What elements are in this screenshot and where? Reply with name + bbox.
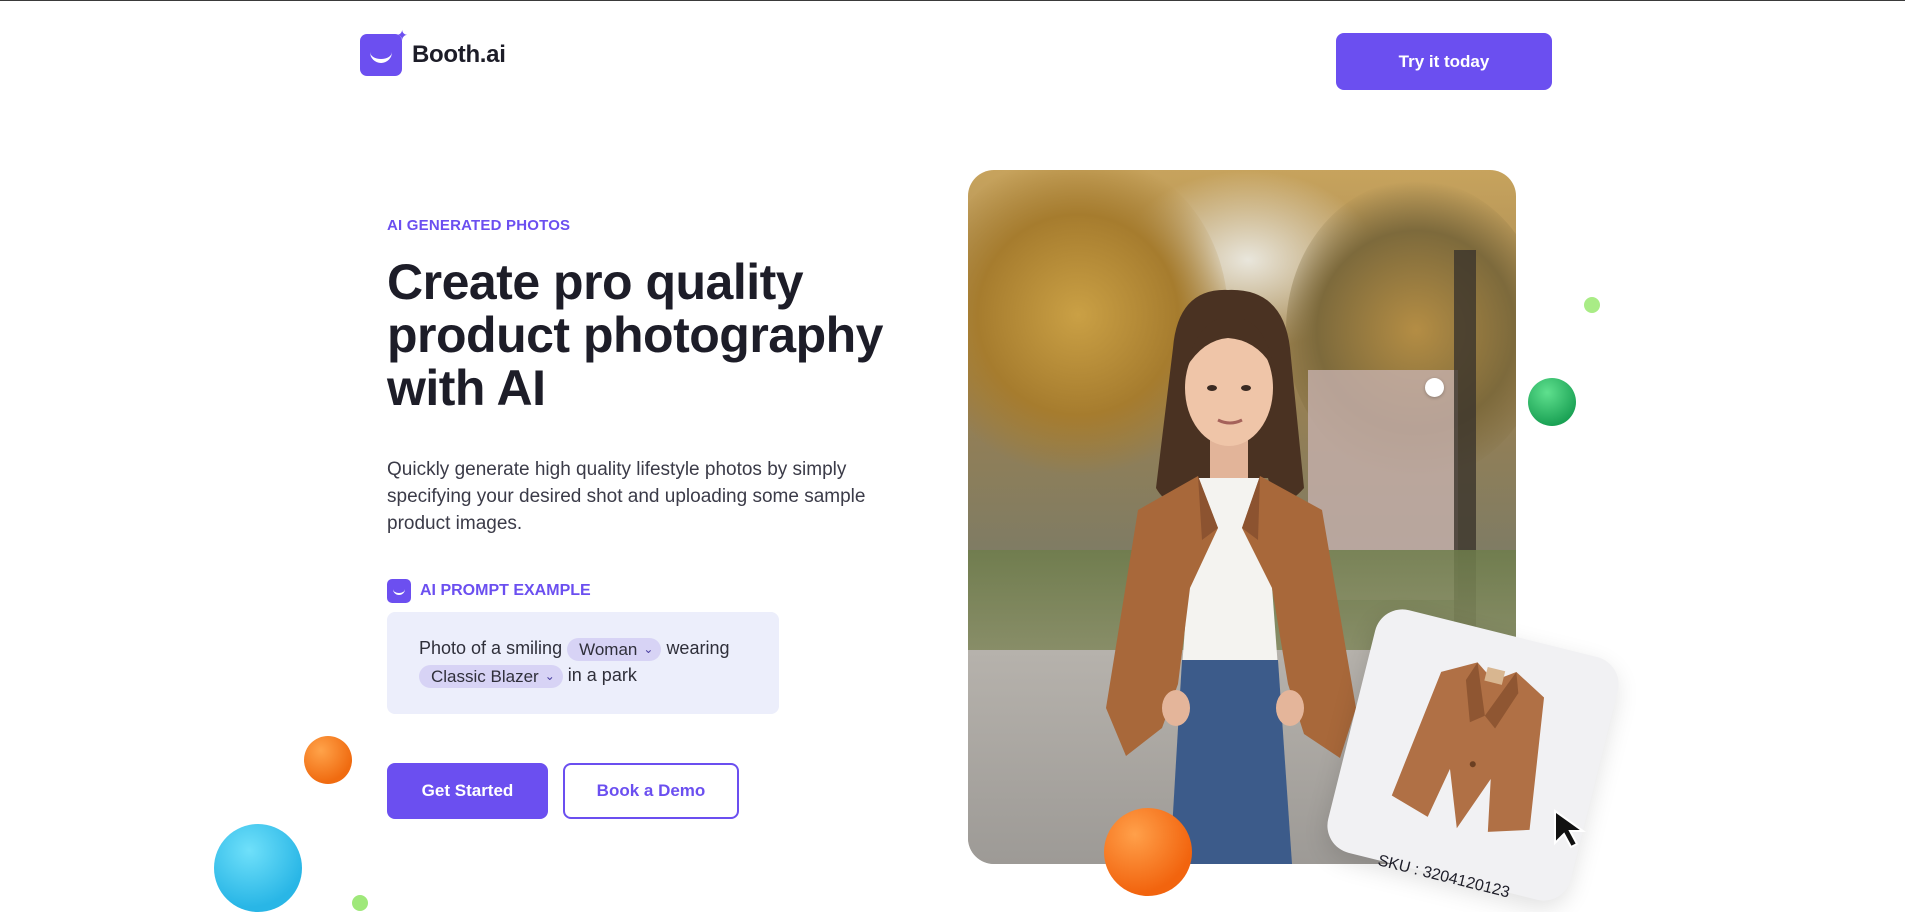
prompt-smile-icon [387,579,411,603]
prompt-text-2: wearing [666,638,730,658]
prompt-text-3: in a park [567,665,637,685]
prompt-example-box: Photo of a smiling Woman ⌄ wearing Class… [387,612,779,714]
hero-description: Quickly generate high quality lifestyle … [387,459,866,534]
product-dropdown-value: Classic Blazer [431,666,539,686]
book-demo-button[interactable]: Book a Demo [563,763,739,819]
prompt-example-heading: AI PROMPT EXAMPLE [387,579,591,603]
headline-line-2: product photography [387,307,884,363]
decorative-green-ball [1528,378,1576,426]
section-eyebrow: AI GENERATED PHOTOS [387,217,571,234]
chevron-down-icon: ⌄ [544,668,555,683]
brand-name: Booth.ai [412,41,506,68]
brand-logo[interactable]: ✦ Booth.ai [360,28,506,76]
mouse-cursor-icon [1554,809,1587,849]
headline-line-3: with AI [387,360,546,416]
decorative-dot [1425,378,1444,397]
headline-line-1: Create pro quality [387,254,804,310]
page-title: Create pro quality product photography w… [387,256,947,415]
product-dropdown[interactable]: Classic Blazer ⌄ [419,664,563,688]
prompt-example-label: AI PROMPT EXAMPLE [420,582,591,599]
jacket-image [1391,662,1545,832]
get-started-button[interactable]: Get Started [387,763,548,819]
sparkle-icon: ✦ [396,27,408,43]
decorative-orange-ball [304,736,352,784]
decorative-orange-ball [1104,808,1192,896]
prompt-text-1: Photo of a smiling [419,638,563,658]
subject-dropdown[interactable]: Woman ⌄ [567,637,662,661]
logo-smile-icon: ✦ [360,28,408,76]
top-border [0,0,1905,1]
decorative-green-dot [1584,297,1600,313]
chevron-down-icon: ⌄ [643,641,654,656]
try-it-today-button[interactable]: Try it today [1336,33,1552,90]
subject-dropdown-value: Woman [579,639,638,659]
model-figure [1106,289,1356,864]
decorative-blue-ball [214,824,302,912]
